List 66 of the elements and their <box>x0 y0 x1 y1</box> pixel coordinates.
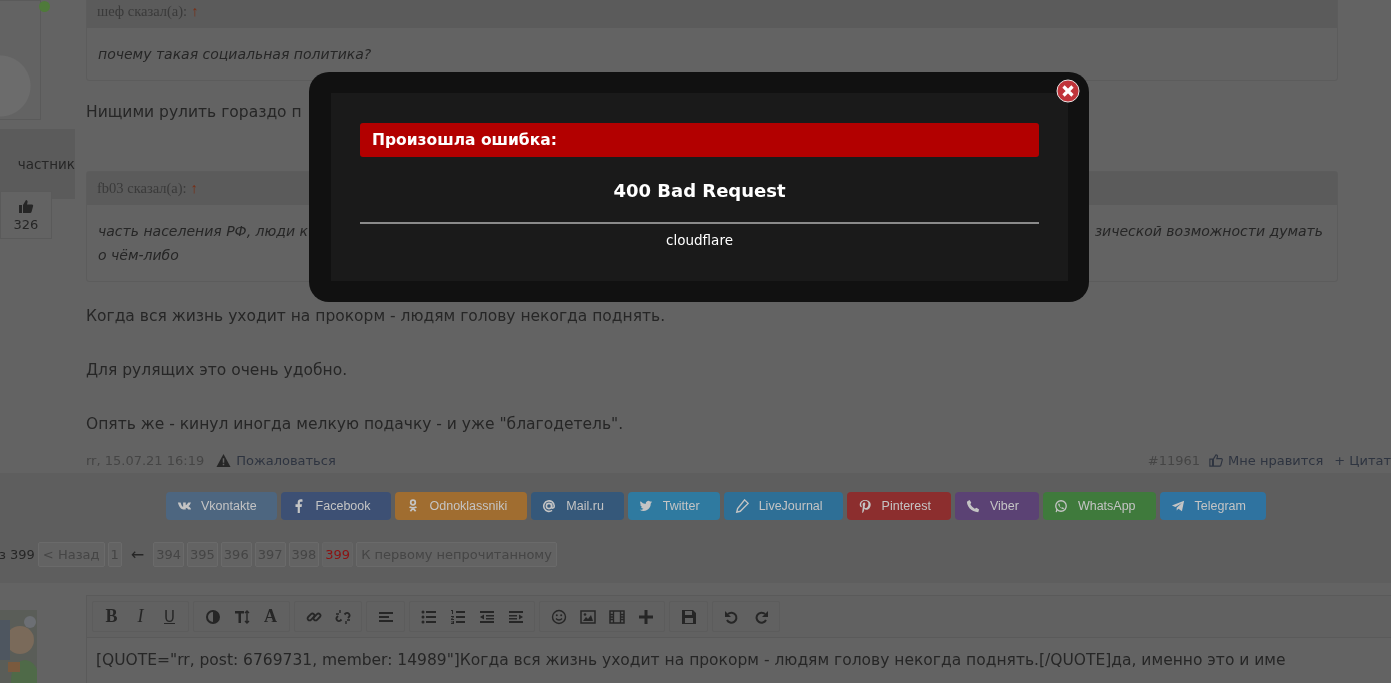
share-label: Odnoklassniki <box>429 499 508 513</box>
contrast-icon[interactable] <box>204 608 221 625</box>
format-button[interactable]: U <box>155 602 184 631</box>
share-button[interactable]: WhatsApp <box>1042 492 1156 520</box>
post-text: Для рулящих это очень удобно. <box>86 360 348 380</box>
post-text: Опять же - кинул иногда мелкую подачку - и уже "благодетель". <box>86 414 624 434</box>
undo-icon[interactable] <box>723 608 740 625</box>
quote-text: часть населения РФ, люди к <box>98 222 308 241</box>
share-label: WhatsApp <box>1077 499 1136 513</box>
post-text: Когда вся жизнь уходит на прокорм - людям голову некогда поднять. <box>86 306 666 326</box>
at-sign-icon <box>542 499 557 513</box>
quote-text: зической возможности думать <box>1094 222 1323 241</box>
page-gap-arrow: ← <box>129 545 146 564</box>
share-label: Twitter <box>662 499 700 513</box>
bulleted-list-icon[interactable] <box>420 608 437 625</box>
share-label: Mail.ru <box>566 499 604 513</box>
share-button[interactable]: Pinterest <box>846 492 951 520</box>
post-text: Нищими рулить гораздо п <box>86 102 302 122</box>
bird-icon <box>638 499 653 513</box>
format-button[interactable]: A <box>256 602 285 631</box>
error-title: Произошла ошибка: <box>360 123 1039 157</box>
page-button[interactable]: 399 <box>322 542 354 567</box>
pencil-icon <box>734 499 749 513</box>
quote-text: о чём-либо <box>98 246 179 265</box>
share-button[interactable]: Mail.ru <box>531 492 624 520</box>
outdent-icon[interactable] <box>478 608 495 625</box>
share-label: Viber <box>989 499 1019 513</box>
jump-arrow[interactable]: ↑ <box>191 3 199 20</box>
warning-icon <box>216 452 232 468</box>
format-button[interactable]: I <box>126 602 155 631</box>
pinterest-logo-icon <box>857 499 872 513</box>
smiley-icon[interactable] <box>550 608 567 625</box>
share-label: Telegram <box>1194 499 1246 513</box>
share-button[interactable]: Viber <box>954 492 1039 520</box>
error-source: cloudflare <box>666 232 733 248</box>
text-size-icon[interactable] <box>233 608 250 625</box>
share-label: LiveJournal <box>758 499 823 513</box>
format-button[interactable]: B <box>97 602 126 631</box>
close-icon[interactable] <box>1056 79 1080 103</box>
chat-phone-icon <box>1053 499 1068 513</box>
share-button[interactable]: Facebook <box>280 492 391 520</box>
indent-icon[interactable] <box>507 608 524 625</box>
share-label: Pinterest <box>881 499 931 513</box>
likes-count: 326 <box>13 217 39 232</box>
share-button[interactable]: LiveJournal <box>723 492 843 520</box>
page-count: з 399 <box>0 547 35 562</box>
image-icon[interactable] <box>579 608 596 625</box>
share-button[interactable]: Vkontakte <box>166 492 277 520</box>
quote-text: почему такая социальная политика? <box>98 45 372 64</box>
error-message: 400 Bad Request <box>613 180 786 201</box>
share-label: Vkontakte <box>201 499 257 513</box>
paper-plane-icon <box>1170 499 1185 513</box>
editor-text[interactable]: [QUOTE="rr, post: 6769731, member: 14989"]Когда вся жизнь уходит на прокорм - людям голову некогда поднять.[/QUOTE]да, именно это и име <box>87 638 1391 683</box>
share-button[interactable]: Twitter <box>627 492 720 520</box>
jump-arrow[interactable]: ↑ <box>190 180 198 197</box>
share-button[interactable]: Telegram <box>1159 492 1266 520</box>
online-indicator <box>39 1 50 12</box>
plus-icon[interactable] <box>637 608 654 625</box>
numbered-list-icon[interactable] <box>449 608 466 625</box>
thumbs-up-icon <box>1209 453 1224 467</box>
share-button[interactable]: Odnoklassniki <box>394 492 528 520</box>
share-label: Facebook <box>315 499 371 513</box>
broken-link-icon[interactable] <box>334 608 351 625</box>
thumbs-up-icon <box>18 198 34 214</box>
phone-icon <box>965 499 980 513</box>
film-icon[interactable] <box>608 608 625 625</box>
